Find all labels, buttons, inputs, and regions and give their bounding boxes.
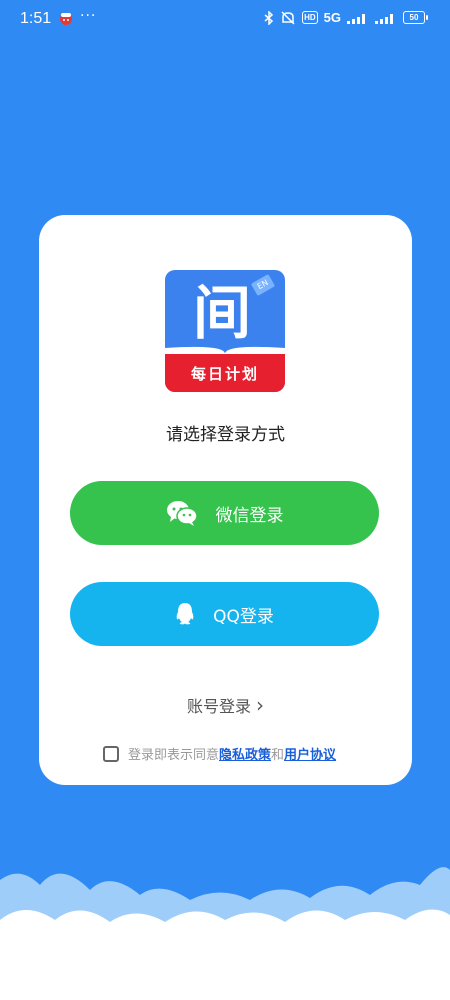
- qq-icon: [175, 602, 195, 626]
- bluetooth-icon: [264, 10, 274, 25]
- qq-login-button[interactable]: QQ登录: [70, 582, 379, 646]
- logo-en-badge: EN: [250, 273, 276, 297]
- status-bar: 1:51 ··· HD 5G 50: [0, 0, 450, 40]
- user-agreement-link[interactable]: 用户协议: [284, 744, 336, 763]
- battery-level: 50: [403, 11, 425, 24]
- wechat-icon: [166, 500, 198, 526]
- agree-checkbox[interactable]: [103, 745, 119, 762]
- app-notification-icon: [60, 13, 72, 25]
- login-method-title: 请选择登录方式: [166, 425, 285, 445]
- hd-badge: HD: [302, 11, 318, 24]
- agree-and-text: 和: [271, 748, 285, 763]
- clouds-decoration: [0, 867, 450, 1000]
- privacy-policy-link[interactable]: 隐私政策: [219, 744, 271, 763]
- more-notifications-icon: ···: [80, 8, 97, 24]
- logo-caption: 每日计划: [165, 354, 285, 392]
- wechat-login-label: 微信登录: [215, 505, 284, 526]
- signal-icon: [347, 13, 365, 24]
- app-logo: 间 EN 每日计划: [165, 270, 285, 392]
- signal-icon-2: [375, 13, 393, 24]
- battery-icon: 50: [403, 11, 428, 24]
- chevron-right-icon: ›: [256, 693, 265, 717]
- wechat-login-button[interactable]: 微信登录: [70, 481, 379, 545]
- logo-character: 间: [193, 279, 252, 347]
- status-time: 1:51: [20, 10, 52, 27]
- status-icons: HD 5G 50: [264, 10, 428, 25]
- mute-icon: [281, 10, 295, 25]
- login-card: 间 EN 每日计划 请选择登录方式 微信登录 QQ登录 账号登录 › 登录即表示…: [39, 215, 412, 785]
- agreement-row: 登录即表示同意 隐私政策 和 用户协议: [103, 744, 336, 763]
- qq-login-label: QQ登录: [213, 606, 274, 627]
- agree-prefix-text: 登录即表示同意: [128, 748, 220, 763]
- account-login-label: 账号登录: [186, 697, 251, 716]
- account-login-link[interactable]: 账号登录 ›: [39, 693, 412, 717]
- network-type: 5G: [323, 10, 341, 25]
